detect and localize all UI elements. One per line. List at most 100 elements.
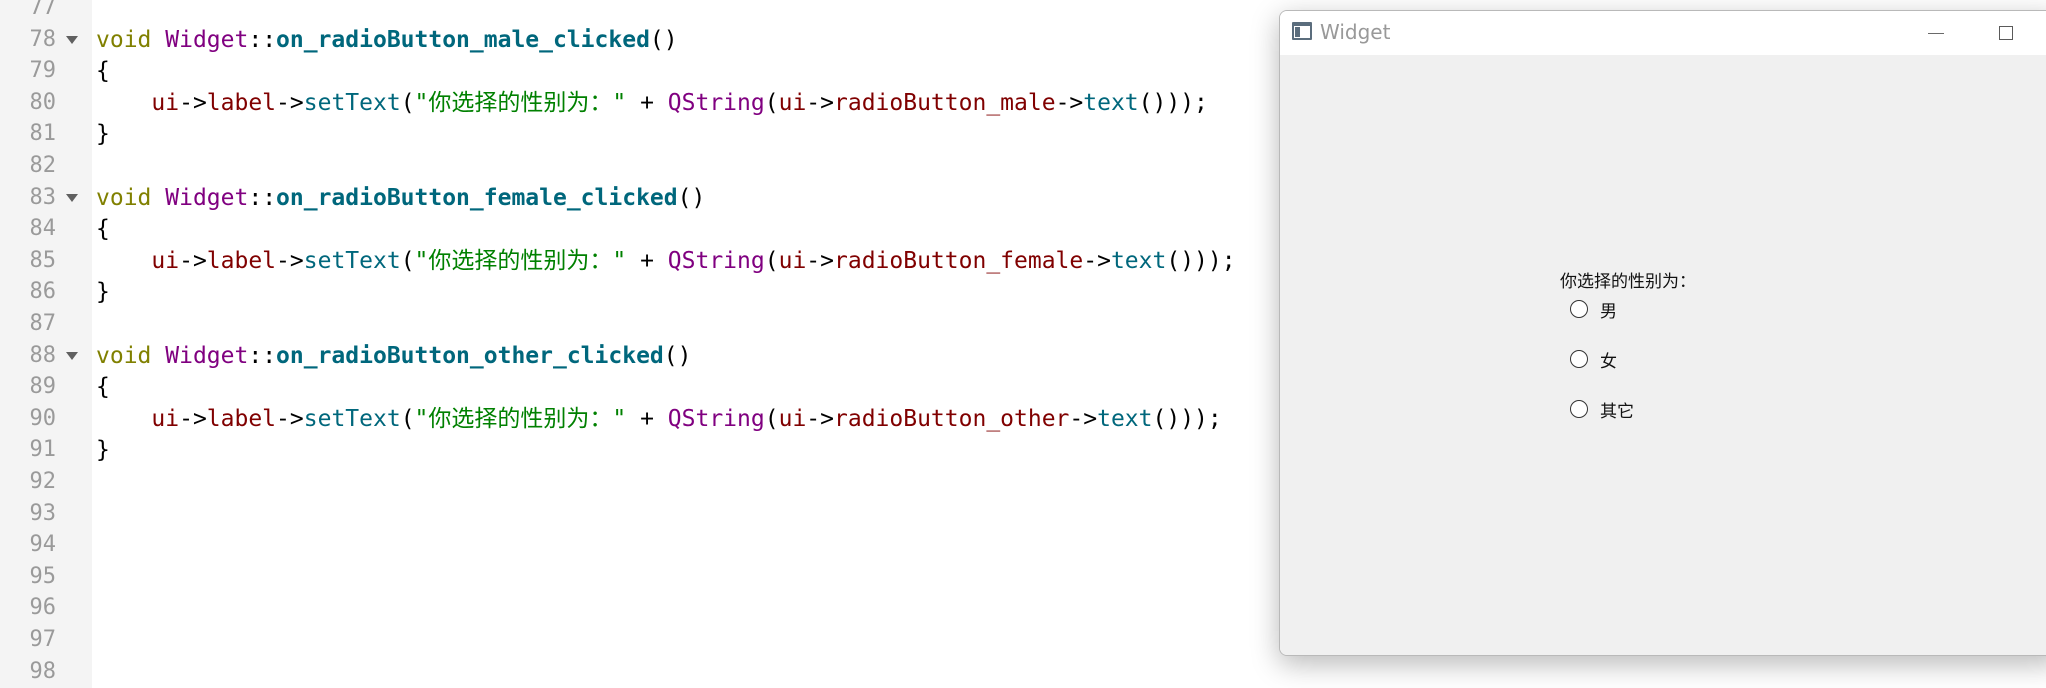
code-token: QString: [667, 405, 765, 432]
line-number: 78: [29, 26, 57, 52]
code-token: void: [96, 184, 166, 211]
code-token: radioButton_other: [834, 405, 1070, 432]
minimize-icon: [1928, 32, 1944, 34]
code-token: ->: [276, 247, 304, 274]
radio-circle-icon[interactable]: [1570, 400, 1588, 418]
radio-other[interactable]: 其它: [1570, 396, 1634, 422]
code-token: ::: [248, 184, 277, 211]
radio-female[interactable]: 女: [1570, 346, 1617, 372]
widget-window[interactable]: Widget ✕ 你选择的性别为： 男 女 其它: [1279, 10, 2046, 656]
code-text: {: [96, 371, 110, 403]
code-token: {: [96, 374, 110, 401]
line-number: 84: [29, 216, 57, 242]
code-token: ui: [151, 247, 180, 274]
line-number: 81: [29, 121, 57, 147]
line-number: 90: [29, 405, 57, 431]
code-token: QString: [667, 247, 765, 274]
minimize-button[interactable]: [1906, 11, 1966, 55]
window-title: Widget: [1320, 20, 1391, 44]
code-token: ->: [1055, 89, 1084, 116]
code-token: {: [96, 58, 110, 85]
code-text: void Widget::on_radioButton_female_click…: [96, 182, 705, 214]
maximize-button[interactable]: [1976, 11, 2036, 55]
code-token: ::: [248, 26, 277, 53]
code-token: (): [649, 26, 678, 53]
radio-circle-icon[interactable]: [1570, 300, 1588, 318]
line-number: 77: [29, 0, 57, 20]
line-number: 92: [29, 469, 57, 494]
radio-male-label[interactable]: 男: [1600, 297, 1617, 322]
code-token: ->: [276, 89, 304, 116]
code-text: void Widget::on_radioButton_other_clicke…: [96, 340, 691, 372]
close-button[interactable]: ✕: [2042, 11, 2046, 55]
code-token: ::: [248, 342, 277, 369]
window-client-area: 你选择的性别为： 男 女 其它: [1280, 55, 2046, 655]
code-text: }: [96, 276, 110, 308]
code-token: ->: [179, 247, 207, 274]
code-token: radioButton_male: [834, 89, 1056, 116]
maximize-icon: [1999, 26, 2013, 40]
line-number: 91: [29, 437, 57, 463]
line-number: 93: [29, 500, 57, 526]
title-bar[interactable]: Widget ✕: [1280, 11, 2046, 55]
code-token: "你选择的性别为：": [414, 89, 627, 116]
code-token: Widget: [165, 184, 249, 211]
gender-result-label: 你选择的性别为：: [1560, 272, 1696, 292]
code-token: +: [626, 405, 668, 432]
code-token: ui: [778, 405, 807, 432]
line-number: 96: [29, 595, 57, 621]
code-token: ui: [778, 247, 807, 274]
code-token: ()));: [1152, 405, 1222, 432]
code-token: ->: [276, 405, 304, 432]
code-token: text: [1110, 247, 1167, 274]
fold-toggle-icon[interactable]: [66, 193, 78, 202]
code-token: ->: [1083, 247, 1111, 274]
code-token: on_radioButton_female_clicked: [276, 184, 678, 211]
fold-toggle-icon[interactable]: [66, 351, 78, 360]
line-number: 89: [29, 374, 57, 400]
radio-circle-icon[interactable]: [1570, 350, 1588, 368]
code-token: text: [1097, 405, 1153, 432]
code-token: text: [1083, 89, 1139, 116]
code-token: }: [96, 437, 110, 464]
line-number: 97: [29, 627, 57, 652]
code-token: "你选择的性别为：": [414, 405, 627, 432]
code-token: Widget: [165, 342, 249, 369]
code-token: ->: [806, 405, 834, 432]
code-token: ui: [151, 89, 180, 116]
window-app-icon: [1292, 22, 1312, 40]
line-number: 98: [29, 658, 57, 684]
radio-other-label[interactable]: 其它: [1600, 397, 1634, 422]
code-token: ->: [179, 89, 207, 116]
radio-female-label[interactable]: 女: [1600, 347, 1617, 372]
code-token: Widget: [165, 26, 249, 53]
code-token: ()));: [1138, 89, 1208, 116]
code-token: (: [400, 247, 415, 274]
code-text: ui->label->setText("你选择的性别为：" + QString(…: [96, 403, 1222, 435]
code-token: (: [400, 405, 415, 432]
code-token: QString: [667, 89, 765, 116]
code-token: ->: [179, 405, 207, 432]
radio-male[interactable]: 男: [1570, 296, 1617, 322]
code-token: label: [206, 405, 277, 432]
code-token: ->: [806, 89, 834, 116]
code-token: (): [677, 184, 706, 211]
code-token: radioButton_female: [834, 247, 1084, 274]
code-token: void: [96, 26, 166, 53]
code-text: ui->label->setText("你选择的性别为：" + QString(…: [96, 87, 1208, 119]
line-number: 94: [29, 532, 57, 558]
code-token: ->: [806, 247, 834, 274]
code-token: {: [96, 216, 110, 243]
code-token: void: [96, 342, 166, 369]
code-line[interactable]: 98: [0, 656, 2046, 688]
code-token: setText: [303, 89, 401, 116]
line-number: 95: [29, 563, 57, 589]
code-token: ui: [151, 405, 180, 432]
code-text: }: [96, 434, 110, 466]
code-token: on_radioButton_male_clicked: [276, 26, 650, 53]
line-number: 83: [29, 184, 57, 210]
fold-toggle-icon[interactable]: [66, 35, 78, 44]
